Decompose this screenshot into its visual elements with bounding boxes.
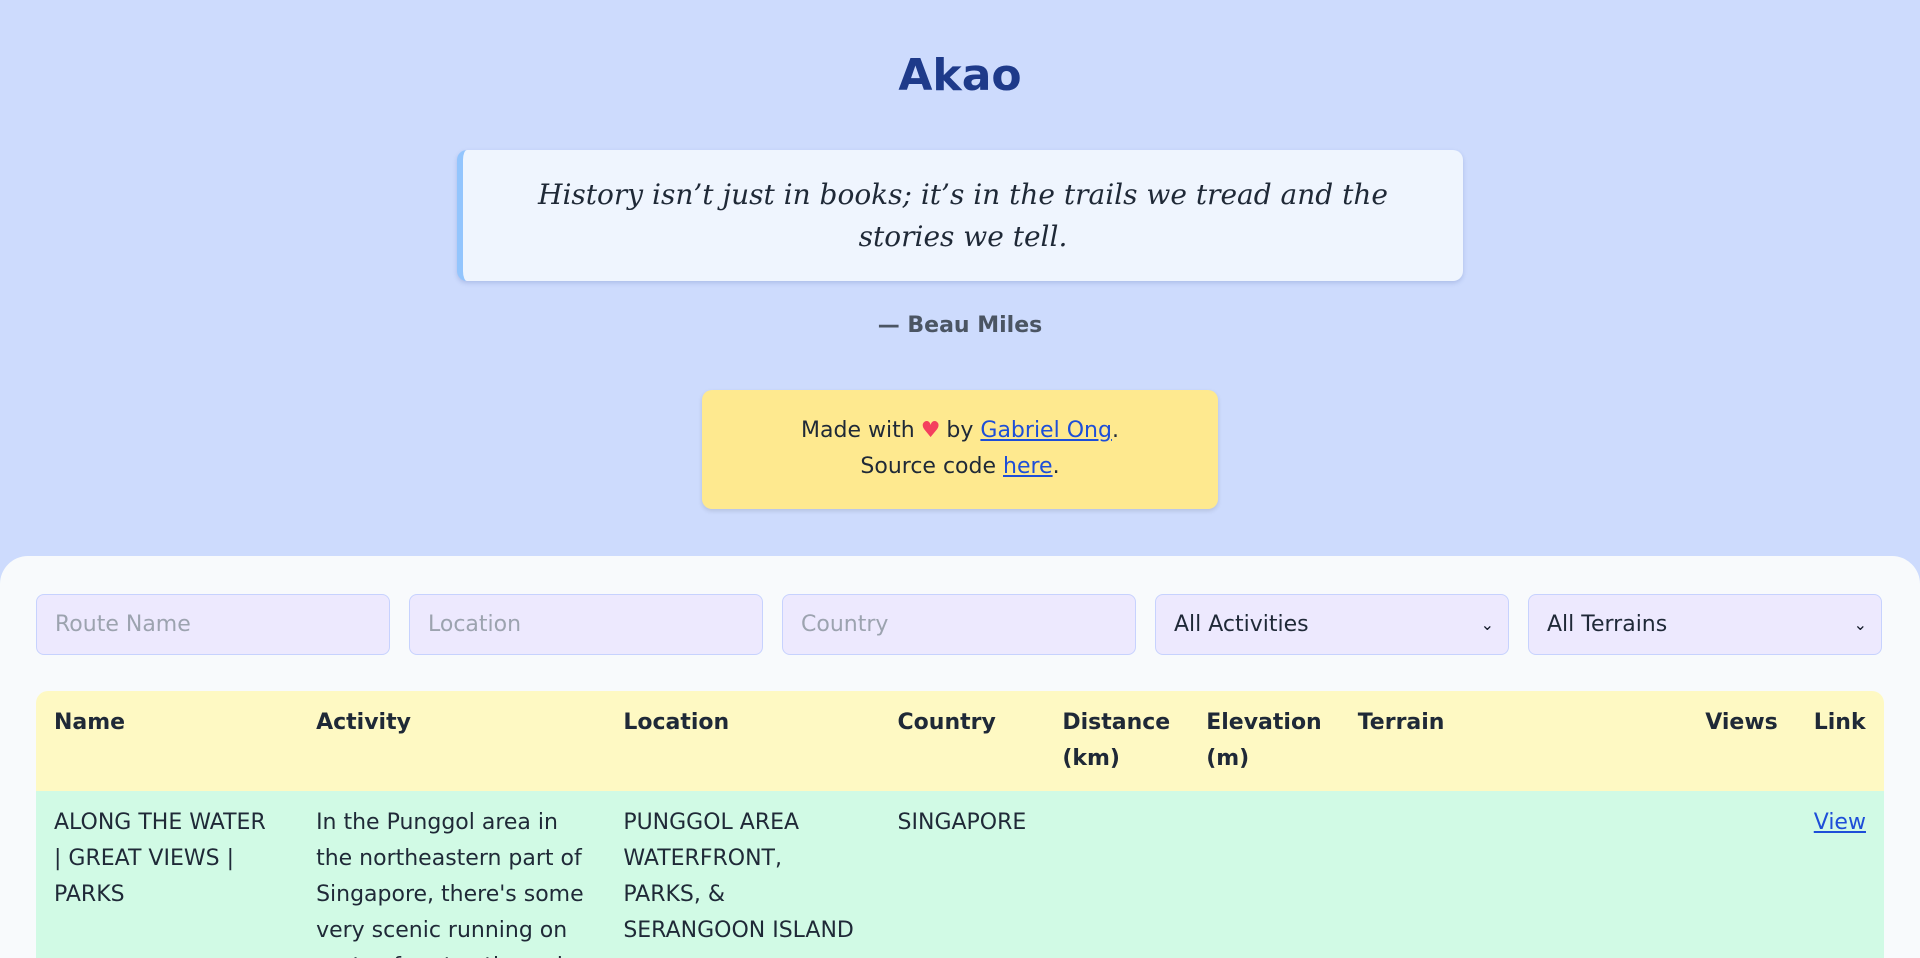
credits-box: Made with ♥ by Gabriel Ong. Source code he…: [702, 390, 1218, 509]
cell-views: [1687, 791, 1796, 958]
header-location[interactable]: Location: [605, 691, 879, 791]
cell-terrain: [1340, 791, 1688, 958]
page-header: Akao History isn’t just in books; it’s i…: [0, 0, 1920, 556]
terrain-select[interactable]: All Terrains ⌄: [1528, 594, 1882, 655]
page-title: Akao: [898, 50, 1022, 101]
by-text: by: [946, 418, 974, 443]
quote-author: — Beau Miles: [877, 313, 1043, 338]
header-activity[interactable]: Activity: [298, 691, 605, 791]
cell-link: View: [1796, 791, 1884, 958]
table-row: ALONG THE WATER | GREAT VIEWS | PARKS In…: [36, 791, 1884, 958]
terrain-select-value: All Terrains: [1547, 612, 1668, 637]
view-link[interactable]: View: [1814, 810, 1866, 835]
routes-table: Name Activity Location Country Distance …: [36, 691, 1884, 958]
location-input[interactable]: [409, 594, 763, 655]
header-link: Link: [1813, 710, 1866, 735]
header-country[interactable]: Country: [880, 691, 1045, 791]
cell-location: PUNGGOL AREA WATERFRONT, PARKS, & SERANG…: [623, 810, 854, 943]
header-terrain[interactable]: Terrain: [1340, 691, 1688, 791]
route-name-input[interactable]: [36, 594, 390, 655]
filter-bar: All Activities ⌄ All Terrains ⌄: [36, 594, 1882, 655]
chevron-down-icon: ⌄: [1480, 615, 1494, 634]
made-with-text: Made with: [801, 418, 915, 443]
credits-period: .: [1111, 418, 1119, 443]
routes-panel: All Activities ⌄ All Terrains ⌄ Name Act…: [0, 556, 1920, 958]
header-elevation[interactable]: Elevation (m): [1188, 691, 1340, 791]
header-distance[interactable]: Distance (km): [1044, 691, 1188, 791]
heart-icon: ♥: [920, 418, 941, 443]
header-views[interactable]: Views: [1687, 691, 1796, 791]
cell-name: ALONG THE WATER | GREAT VIEWS | PARKS: [54, 810, 266, 907]
chevron-down-icon: ⌄: [1853, 615, 1867, 634]
table-header-row: Name Activity Location Country Distance …: [36, 691, 1884, 791]
source-period: .: [1052, 454, 1060, 479]
header-name[interactable]: Name: [36, 691, 298, 791]
quote-box: History isn’t just in books; it’s in the…: [457, 150, 1463, 281]
cell-distance: [1044, 791, 1188, 958]
cell-activity: In the Punggol area in the northeastern …: [316, 810, 584, 958]
activity-select[interactable]: All Activities ⌄: [1155, 594, 1509, 655]
cell-country: SINGAPORE: [897, 810, 1027, 835]
author-link[interactable]: Gabriel Ong: [980, 418, 1112, 443]
quote-text: History isn’t just in books; it’s in the…: [538, 177, 1388, 253]
source-text: Source code: [860, 454, 997, 479]
cell-elevation: [1188, 791, 1340, 958]
activity-select-value: All Activities: [1174, 612, 1309, 637]
credits-line: Made with ♥ by Gabriel Ong.: [702, 413, 1218, 449]
source-line: Source code here.: [702, 449, 1218, 485]
source-link[interactable]: here: [1003, 454, 1053, 479]
country-input[interactable]: [782, 594, 1136, 655]
